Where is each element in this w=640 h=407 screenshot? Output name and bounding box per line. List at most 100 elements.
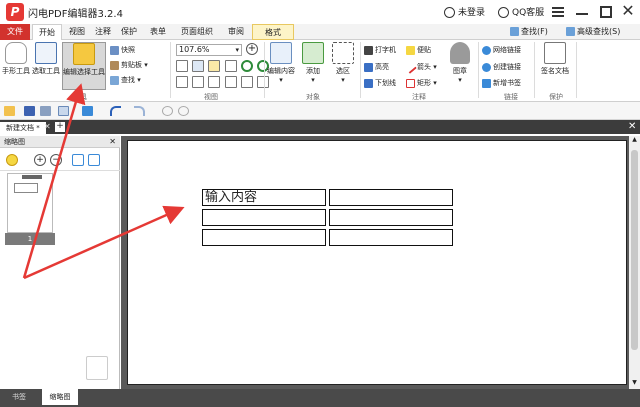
insert-page-icon[interactable]: [88, 154, 100, 166]
select-tool-label: 选取工具: [32, 67, 60, 75]
table-cell[interactable]: [329, 229, 453, 246]
scroll-icon[interactable]: [240, 76, 253, 88]
document-table[interactable]: 输入内容: [199, 186, 456, 249]
scroll-up-icon[interactable]: ▲: [629, 136, 640, 146]
tab-view[interactable]: 视图: [65, 24, 89, 40]
stamp-label: 图章: [453, 67, 467, 75]
edit-content-button[interactable]: 编辑内容 ▾: [266, 42, 296, 84]
snapshot-button[interactable]: 快照: [110, 45, 135, 55]
text-select-icon: [35, 42, 57, 64]
bookmark-icon: [482, 78, 491, 88]
rotate-left-icon[interactable]: [240, 60, 253, 72]
new-bookmark-button[interactable]: 新增书签: [482, 78, 521, 88]
sign-document-label: 签名文档: [541, 67, 569, 75]
table-row: 输入内容: [202, 189, 453, 206]
edit-content-icon: [270, 42, 292, 64]
create-link-button[interactable]: 创建链接: [482, 62, 521, 72]
table-cell[interactable]: [202, 229, 326, 246]
edit-select-icon: [73, 43, 95, 65]
save-icon[interactable]: [24, 106, 35, 116]
print-icon[interactable]: [40, 106, 51, 116]
rect-button[interactable]: 矩形 ▾: [406, 78, 437, 88]
scrollbar-thumb[interactable]: [631, 150, 638, 350]
clipboard-label: 剪贴板: [121, 61, 142, 69]
settings-icon[interactable]: [6, 154, 18, 166]
view-mode-buttons-row2: [176, 76, 271, 88]
select-tool-button[interactable]: 选取工具: [32, 42, 60, 76]
clipboard-button[interactable]: 剪贴板 ▾: [110, 60, 148, 70]
table-cell[interactable]: [329, 209, 453, 226]
stamp-button[interactable]: 图章 ▾: [446, 42, 474, 84]
tab-format[interactable]: 格式: [252, 24, 294, 40]
rotate-page-icon[interactable]: [72, 154, 84, 166]
qq-support-button[interactable]: QQ客服: [498, 5, 544, 18]
tab-form[interactable]: 表单: [146, 24, 170, 40]
tab-protect[interactable]: 保护: [117, 24, 141, 40]
edit-select-tool-button[interactable]: 编辑选择工具: [62, 42, 106, 90]
maximize-button[interactable]: [596, 3, 616, 21]
scan-icon[interactable]: [82, 106, 93, 116]
panel-tab-bar: 书签 缩略图: [0, 389, 640, 407]
advanced-find-button[interactable]: 高级查找(S): [566, 26, 620, 37]
tab-file[interactable]: 文件: [0, 24, 30, 40]
close-button[interactable]: ✕: [618, 3, 638, 21]
tab-bookmarks[interactable]: 书签: [0, 389, 38, 405]
tab-home[interactable]: 开始: [32, 24, 62, 41]
fit-width-icon[interactable]: [192, 60, 205, 72]
find-icon: [510, 27, 519, 36]
login-button[interactable]: 未登录: [444, 5, 485, 18]
ribbon-find-button[interactable]: 查找 ▾: [110, 75, 141, 85]
table-cell[interactable]: [202, 209, 326, 226]
select-area-button[interactable]: 选区 ▾: [330, 42, 356, 84]
group-label-comment: 注释: [412, 93, 426, 101]
undo-icon[interactable]: [110, 106, 121, 116]
first-page-icon[interactable]: [176, 76, 188, 88]
find-button[interactable]: 查找(F): [510, 26, 548, 37]
zoom-select[interactable]: 107.6%: [176, 44, 242, 56]
tab-review[interactable]: 审阅: [224, 24, 248, 40]
back-icon[interactable]: [162, 106, 173, 116]
table-cell[interactable]: [329, 189, 453, 206]
close-all-icon[interactable]: ✕: [628, 121, 636, 132]
document-tab-close-icon[interactable]: ✕: [44, 122, 51, 131]
edit-content-label: 编辑内容: [267, 67, 295, 75]
zoom-out-thumb-icon[interactable]: −: [50, 154, 62, 166]
tab-page-organize[interactable]: 页面组织: [172, 24, 222, 40]
arrow-button[interactable]: 箭头 ▾: [404, 60, 437, 74]
facing-icon[interactable]: [208, 76, 221, 88]
typewriter-button[interactable]: 打字机: [364, 45, 396, 55]
rectangle-icon: [406, 78, 415, 88]
underline-button[interactable]: 下划线: [364, 78, 396, 88]
pdf-page[interactable]: 输入内容: [127, 140, 627, 385]
continuous-icon[interactable]: [224, 60, 237, 72]
fit-page-icon[interactable]: [176, 60, 188, 72]
new-tab-button[interactable]: +: [55, 122, 65, 132]
cover-icon[interactable]: [224, 76, 237, 88]
forward-icon[interactable]: [178, 106, 189, 116]
zoom-in-thumb-icon[interactable]: +: [34, 154, 46, 166]
page-thumbnail[interactable]: [7, 173, 53, 233]
email-icon[interactable]: [58, 106, 69, 116]
create-link-label: 创建链接: [493, 63, 521, 71]
menu-button[interactable]: [548, 3, 568, 21]
vertical-scrollbar[interactable]: ▲ ▼: [629, 136, 640, 389]
add-button[interactable]: 添加 ▾: [298, 42, 328, 84]
sign-document-button[interactable]: 签名文档: [538, 42, 572, 76]
tab-thumbnails[interactable]: 缩略图: [42, 389, 78, 405]
panel-close-icon[interactable]: ✕: [109, 136, 116, 148]
highlight-button[interactable]: 高亮: [364, 62, 389, 72]
minimize-button[interactable]: [572, 3, 592, 21]
redo-icon[interactable]: [134, 106, 145, 116]
typewriter-label: 打字机: [375, 46, 396, 54]
scroll-down-icon[interactable]: ▼: [629, 379, 640, 389]
hand-tool-button[interactable]: 手形工具: [2, 42, 30, 76]
note-button[interactable]: 便贴: [406, 45, 431, 55]
two-page-icon[interactable]: [192, 76, 205, 88]
zoom-in-icon[interactable]: +: [246, 43, 258, 55]
web-link-button[interactable]: 网络链接: [482, 45, 521, 55]
table-cell[interactable]: 输入内容: [202, 189, 326, 206]
tab-comment[interactable]: 注释: [91, 24, 115, 40]
document-tab[interactable]: 新建文档 *: [0, 122, 46, 134]
single-page-icon[interactable]: [208, 60, 221, 72]
open-folder-icon[interactable]: [4, 106, 15, 116]
